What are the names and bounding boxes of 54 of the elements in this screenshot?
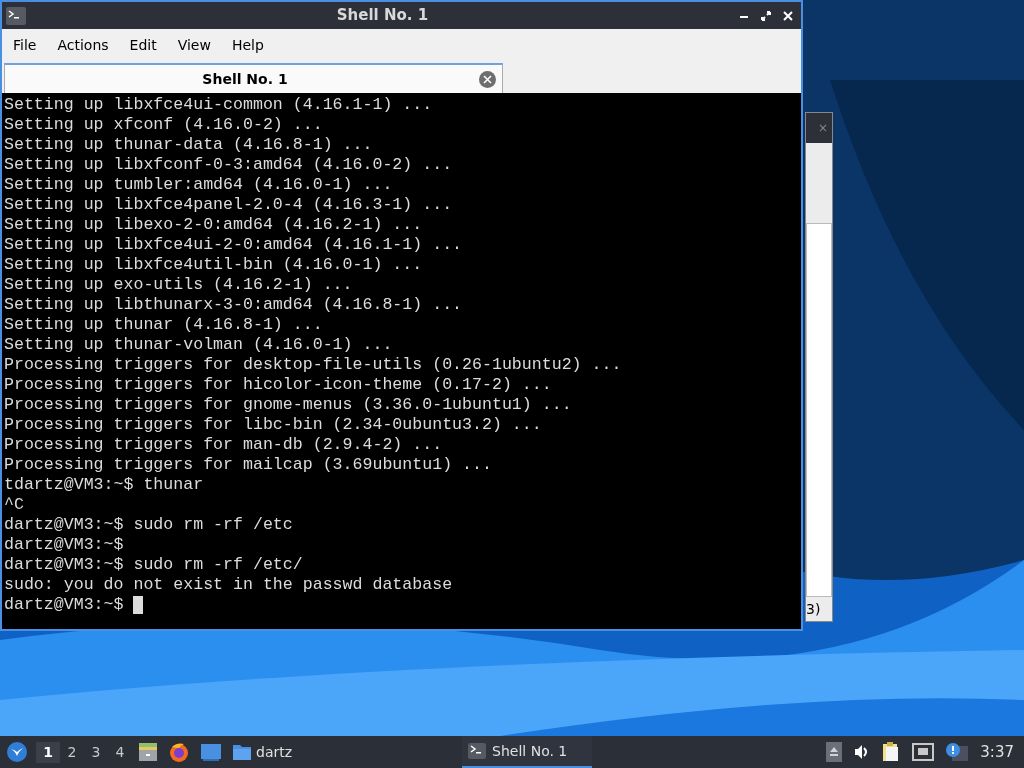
terminal-line: Processing triggers for hicolor-icon-theme (0.17-2) ... [4,375,552,395]
window-text: 3) [806,599,821,619]
terminal-line: Setting up thunar (4.16.8-1) ... [4,315,323,335]
workspace-button[interactable]: 1 [36,741,60,763]
terminal-line: Setting up thunar-data (4.16.8-1) ... [4,135,373,155]
terminal-icon [6,6,26,25]
terminal-line: ^C [4,495,24,515]
desktop-icon[interactable] [200,742,222,762]
terminal-line: sudo: you do not exist in the passwd database [4,575,453,595]
terminal-line: Setting up thunar-volman (4.16.0-1) ... [4,335,393,355]
terminal-line: Setting up libthunarx-3-0:amd64 (4.16.8-1) ... [4,295,463,315]
terminal-line: Setting up libxfce4ui-2-0:amd64 (4.16.1-1) ... [4,235,463,255]
terminal-line: Setting up tumbler:amd64 (4.16.0-1) ... [4,175,393,195]
terminal-line: Setting up exo-utils (4.16.2-1) ... [4,275,353,295]
file-cabinet-icon[interactable] [138,742,158,762]
clipboard-icon[interactable] [882,742,901,762]
terminal-line: Setting up libexo-2-0:amd64 (4.16.2-1) ... [4,215,423,235]
terminal-line: dartz@VM3:~$ sudo rm -rf /etc [4,515,293,535]
terminal-line: tdartz@VM3:~$ thunar [4,475,204,495]
folder-icon [232,743,252,761]
workspace-button[interactable]: 3 [84,741,108,763]
network-icon[interactable] [912,743,935,761]
workspace-button[interactable]: 2 [60,741,84,763]
terminal-line: dartz@VM3:~$ sudo rm -rf /etc/ [4,555,303,575]
terminal-line: Setting up libxfce4util-bin (4.16.0-1) ... [4,255,423,275]
terminal-line: Processing triggers for desktop-file-utils (0.26-1ubuntu2) ... [4,355,622,375]
workspace-button[interactable]: 4 [108,741,132,763]
terminal-line: Setting up xfconf (4.16.0-2) ... [4,115,323,135]
browser-icon[interactable] [168,741,190,763]
menu-item[interactable]: Actions [48,34,118,56]
terminal-line: Setting up libxfce4panel-2.0-4 (4.16.3-1) ... [4,195,453,215]
menu-item[interactable]: File [4,34,46,56]
terminal-line: Processing triggers for libc-bin (2.34-0ubuntu3.2) ... [4,415,542,435]
eject-icon[interactable] [826,742,843,762]
window-title: Shell No. 1 [335,5,430,27]
maximize-icon[interactable] [761,10,771,21]
text-cursor [133,596,144,614]
terminal-line: Setting up libxfconf-0-3:amd64 (4.16.0-2) ... [4,155,453,175]
terminal-line: Processing triggers for gnome-menus (3.36.0-1ubuntu1) ... [4,395,572,415]
menu-item[interactable]: View [168,34,220,56]
terminal-icon [468,743,487,759]
folder-button[interactable]: dartz [232,741,293,763]
terminal-line: Setting up libxfce4ui-common (4.16.1-1) ... [4,95,433,115]
task-button[interactable]: Shell No. 1 [462,736,593,768]
clock: 3:37 [980,741,1014,763]
terminal-line: dartz@VM3:~$ [4,595,125,615]
menu-item[interactable]: Help [222,34,273,56]
notification-icon[interactable] [946,743,969,761]
tab[interactable]: Shell No. 1 [4,63,503,93]
terminal-line: Processing triggers for mailcap (3.69ubuntu1) ... [4,455,492,475]
terminal-line: Processing triggers for man-db (2.9.4-2) ... [4,435,443,455]
close-icon[interactable] [783,10,793,21]
menu-item[interactable]: Edit [120,34,166,56]
terminal-line: dartz@VM3:~$ [4,535,124,555]
